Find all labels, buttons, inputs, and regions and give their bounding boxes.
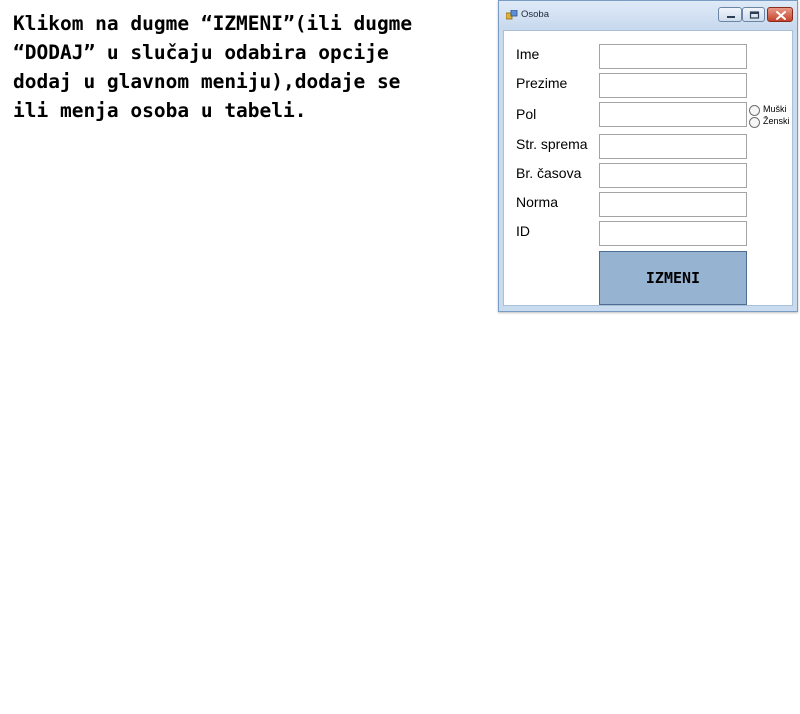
maximize-icon [749, 11, 760, 19]
sprema-input[interactable] [599, 134, 747, 159]
ime-input[interactable] [599, 44, 747, 69]
casova-label: Br. časova [516, 165, 582, 181]
prezime-input[interactable] [599, 73, 747, 98]
form-area: Ime Prezime Pol Muški Ženski Str. sprema… [503, 30, 793, 306]
pol-label: Pol [516, 106, 537, 122]
norma-input[interactable] [599, 192, 747, 217]
norma-label: Norma [516, 194, 559, 210]
title-bar[interactable]: Osoba [499, 1, 797, 29]
app-icon [506, 10, 518, 20]
window-title: Osoba [521, 9, 549, 20]
minimize-icon [727, 16, 735, 18]
id-label: ID [516, 223, 530, 239]
radio-muski-circle[interactable] [749, 105, 760, 116]
instruction-text: Klikom na dugme “IZMENI”(ili dugme “DODA… [13, 12, 413, 122]
osoba-window: Osoba Ime Prezime Pol Muški Ženski Str. … [498, 0, 798, 312]
prezime-label: Prezime [516, 75, 568, 91]
izmeni-button[interactable]: IZMENI [599, 251, 747, 305]
pol-input[interactable] [599, 102, 747, 127]
minimize-button[interactable] [718, 7, 742, 22]
close-icon [776, 11, 786, 20]
ime-label: Ime [516, 46, 540, 62]
radio-zenski-label: Ženski [763, 116, 790, 126]
sprema-label: Str. sprema [516, 136, 588, 152]
radio-zenski-circle[interactable] [749, 117, 760, 128]
casova-input[interactable] [599, 163, 747, 188]
id-input[interactable] [599, 221, 747, 246]
radio-muski-label: Muški [763, 104, 787, 114]
close-button[interactable] [767, 7, 793, 22]
maximize-button[interactable] [742, 7, 765, 22]
